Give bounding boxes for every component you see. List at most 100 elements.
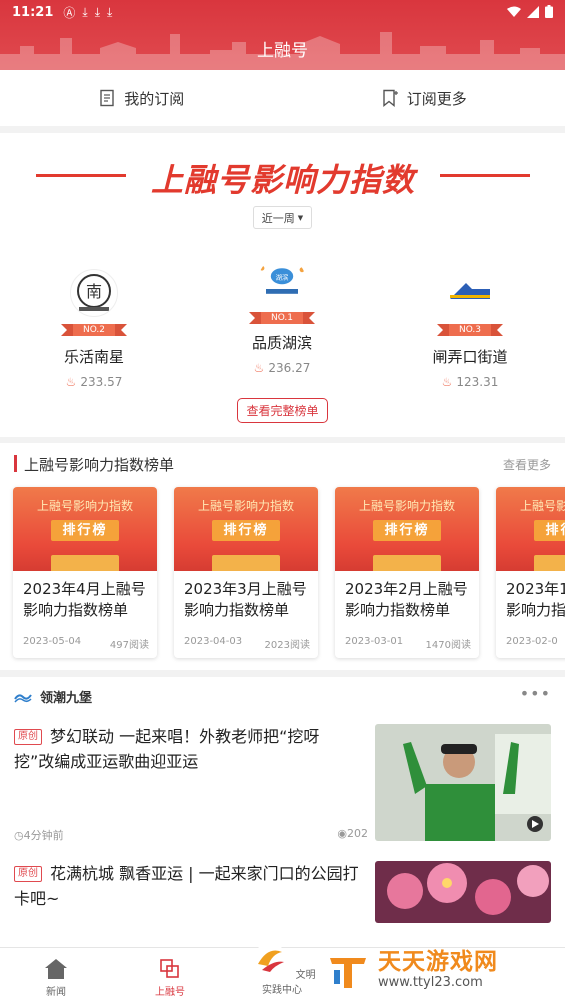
thumbnail-badge: 排行榜 [51,520,119,541]
eye-icon: ◉ [337,827,347,840]
card-meta: 2023-04-03 2023阅读 [174,626,318,651]
thumbnail-title: 上融号影响力指数 [36,499,133,513]
card-date: 2023-02-0 [506,636,558,647]
podium-decoration [212,555,280,571]
a-icon: Ⓐ [63,5,76,20]
card-meta: 2023-05-04 497阅读 [13,626,157,651]
thumbnail-badge: 排行榜 [212,520,280,541]
source-logo-icon [14,693,32,702]
rank-item-1[interactable]: 湖滨 NO.1 品质湖滨 ♨ 236.27 [212,257,352,375]
banner-title: 上融号影响力指数 [150,161,415,199]
ranking-card[interactable]: 上融号影响力指数 排行榜 2023年2月上融号影响力指数榜单 2023-03-0… [335,487,479,658]
app-screen: 11:21 Ⓐ ⤓ ⤓ ⤓ 上融号 我的订阅 订阅更多 上融号影响力指数 近一周… [0,0,565,1004]
thumbnail-title: 上融号影响力指数 [358,499,455,513]
section-header: 上融号影响力指数榜单 查看更多 [0,453,565,475]
card-title: 2023年3月上融号影响力指数榜单 [184,580,307,619]
clock-icon: ◷ [14,829,24,842]
tab-shangrong[interactable]: 上融号 [140,958,200,998]
index-banner: 上融号影响力指数 [36,155,530,199]
rank-score: ♨ 123.31 [441,375,499,389]
feed-source-name: 领潮九堡 [40,691,93,706]
view-full-list-button[interactable]: 查看完整榜单 [237,398,328,423]
ranking-card[interactable]: 上融号影响力指数 排行榜 2023年4月上融号影响力指数榜单 2023-05-0… [13,487,157,658]
status-bar: 11:21 Ⓐ ⤓ ⤓ ⤓ [0,0,565,24]
header: 11:21 Ⓐ ⤓ ⤓ ⤓ 上融号 [0,0,565,70]
rank-score: ♨ 236.27 [253,361,311,375]
ranking-cards-row[interactable]: 上融号影响力指数 排行榜 2023年4月上融号影响力指数榜单 2023-05-0… [13,487,565,658]
card-meta: 2023-02-0 [496,626,565,647]
battery-icon [545,5,553,18]
podium-decoration [373,555,441,571]
card-date: 2023-04-03 [184,636,243,647]
status-indicators [507,5,553,18]
tab-civilization[interactable]: 文明实践中心 [248,940,316,996]
document-icon [100,89,114,107]
card-date: 2023-05-04 [23,636,82,647]
card-date: 2023-03-01 [345,636,404,647]
original-tag: 原创 [14,866,42,882]
original-tag: 原创 [14,729,42,745]
subscribe-bar: 我的订阅 订阅更多 [0,70,565,126]
article-image [375,724,551,841]
card-title: 2023年4月上融号影响力指数榜单 [23,580,146,619]
feed-source-header[interactable]: 领潮九堡 [14,687,92,706]
card-meta: 2023-03-01 1470阅读 [335,626,479,651]
download-icon: ⤓ [107,4,113,19]
more-subscriptions-button[interactable]: 订阅更多 [283,70,565,126]
rank-item-3[interactable]: NO.3 闸弄口街道 ♨ 123.31 [400,269,540,389]
article-image [375,861,551,923]
card-title: 2023年2月上融号影响力指数榜单 [345,580,468,619]
ranking-thumbnail: 上融号影响力指数 排行榜 [174,487,318,571]
civilization-center-icon [253,943,288,977]
podium-decoration [534,555,565,571]
card-title: 2023年1月上融号影响力指数榜单 [506,580,565,619]
card-reads: 1470阅读 [425,640,471,651]
period-value: 近一周 [261,211,295,225]
squares-icon [160,959,179,978]
ranking-thumbnail: 上融号影响力指数 排行榜 [496,487,565,571]
thumbnail-badge: 排行榜 [534,520,565,541]
flame-icon: ♨ [441,375,453,389]
article-item[interactable]: 原创 梦幻联动 一起来唱！外教老师把“挖呀挖”改编成亚运歌曲迎亚运 ◷4分钟前 ◉… [14,724,551,849]
news-feed: 领潮九堡 ••• 原创 梦幻联动 一起来唱！外教老师把“挖呀挖”改编成亚运歌曲迎亚… [0,677,565,947]
my-subscriptions-label: 我的订阅 [124,89,185,108]
tab-news[interactable]: 新闻 [26,958,86,998]
watermark-url: www.ttyl23.com [378,975,483,990]
home-icon [45,959,67,979]
page-title: 上融号 [257,41,308,61]
podium-decoration [51,555,119,571]
caret-down-icon: ▼ [297,213,304,222]
article-title: 原创 梦幻联动 一起来唱！外教老师把“挖呀挖”改编成亚运歌曲迎亚运 [14,727,320,771]
site-watermark: 天天游戏网 www.ttyl23.com [326,942,558,997]
rank-badge: NO.1 [248,312,316,324]
my-subscriptions-button[interactable]: 我的订阅 [0,70,283,126]
svg-text:湖滨: 湖滨 [276,272,289,281]
svg-text:南: 南 [86,282,102,301]
article-time: ◷4分钟前 [14,829,64,842]
more-options-icon[interactable]: ••• [520,684,551,703]
account-logo: 南 [70,269,118,317]
view-more-link[interactable]: 查看更多 [503,456,551,473]
status-time: 11:21 [12,4,54,20]
ranking-card[interactable]: 上融号影响力指数 排行榜 2023年3月上融号影响力指数榜单 2023-04-0… [174,487,318,658]
card-reads: 497阅读 [109,640,149,651]
section-title: 上融号影响力指数榜单 [24,456,175,474]
account-logo [446,269,494,317]
ranking-card[interactable]: 上融号影响力指数 排行榜 2023年1月上融号影响力指数榜单 2023-02-0 [496,487,565,658]
period-select[interactable]: 近一周 ▼ [253,206,312,229]
rank-name: 品质湖滨 [251,334,312,352]
article-views: ◉202 [337,827,368,840]
influence-index-card: 上融号影响力指数 近一周 ▼ 南 NO.2 乐活南星 ♨ 233.57 湖滨 NO… [0,133,565,437]
rank-badge: NO.2 [60,324,128,336]
rank-score: ♨ 233.57 [65,375,123,389]
ranking-thumbnail: 上融号影响力指数 排行榜 [13,487,157,571]
download-icon: ⤓ [94,4,101,19]
rank-item-2[interactable]: 南 NO.2 乐活南星 ♨ 233.57 [24,269,164,389]
thumbnail-title: 上融号影响力指数 [519,499,565,513]
watermark-logo-icon [330,957,366,988]
more-subscriptions-label: 订阅更多 [406,89,467,108]
article-meta: ◷4分钟前 ◉202 [14,827,368,843]
rank-badge: NO.3 [436,324,504,336]
card-reads: 2023阅读 [264,640,310,651]
article-item[interactable]: 原创 花满杭城 飘香亚运 | 一起来家门口的公园打卡吧~ [14,861,551,947]
